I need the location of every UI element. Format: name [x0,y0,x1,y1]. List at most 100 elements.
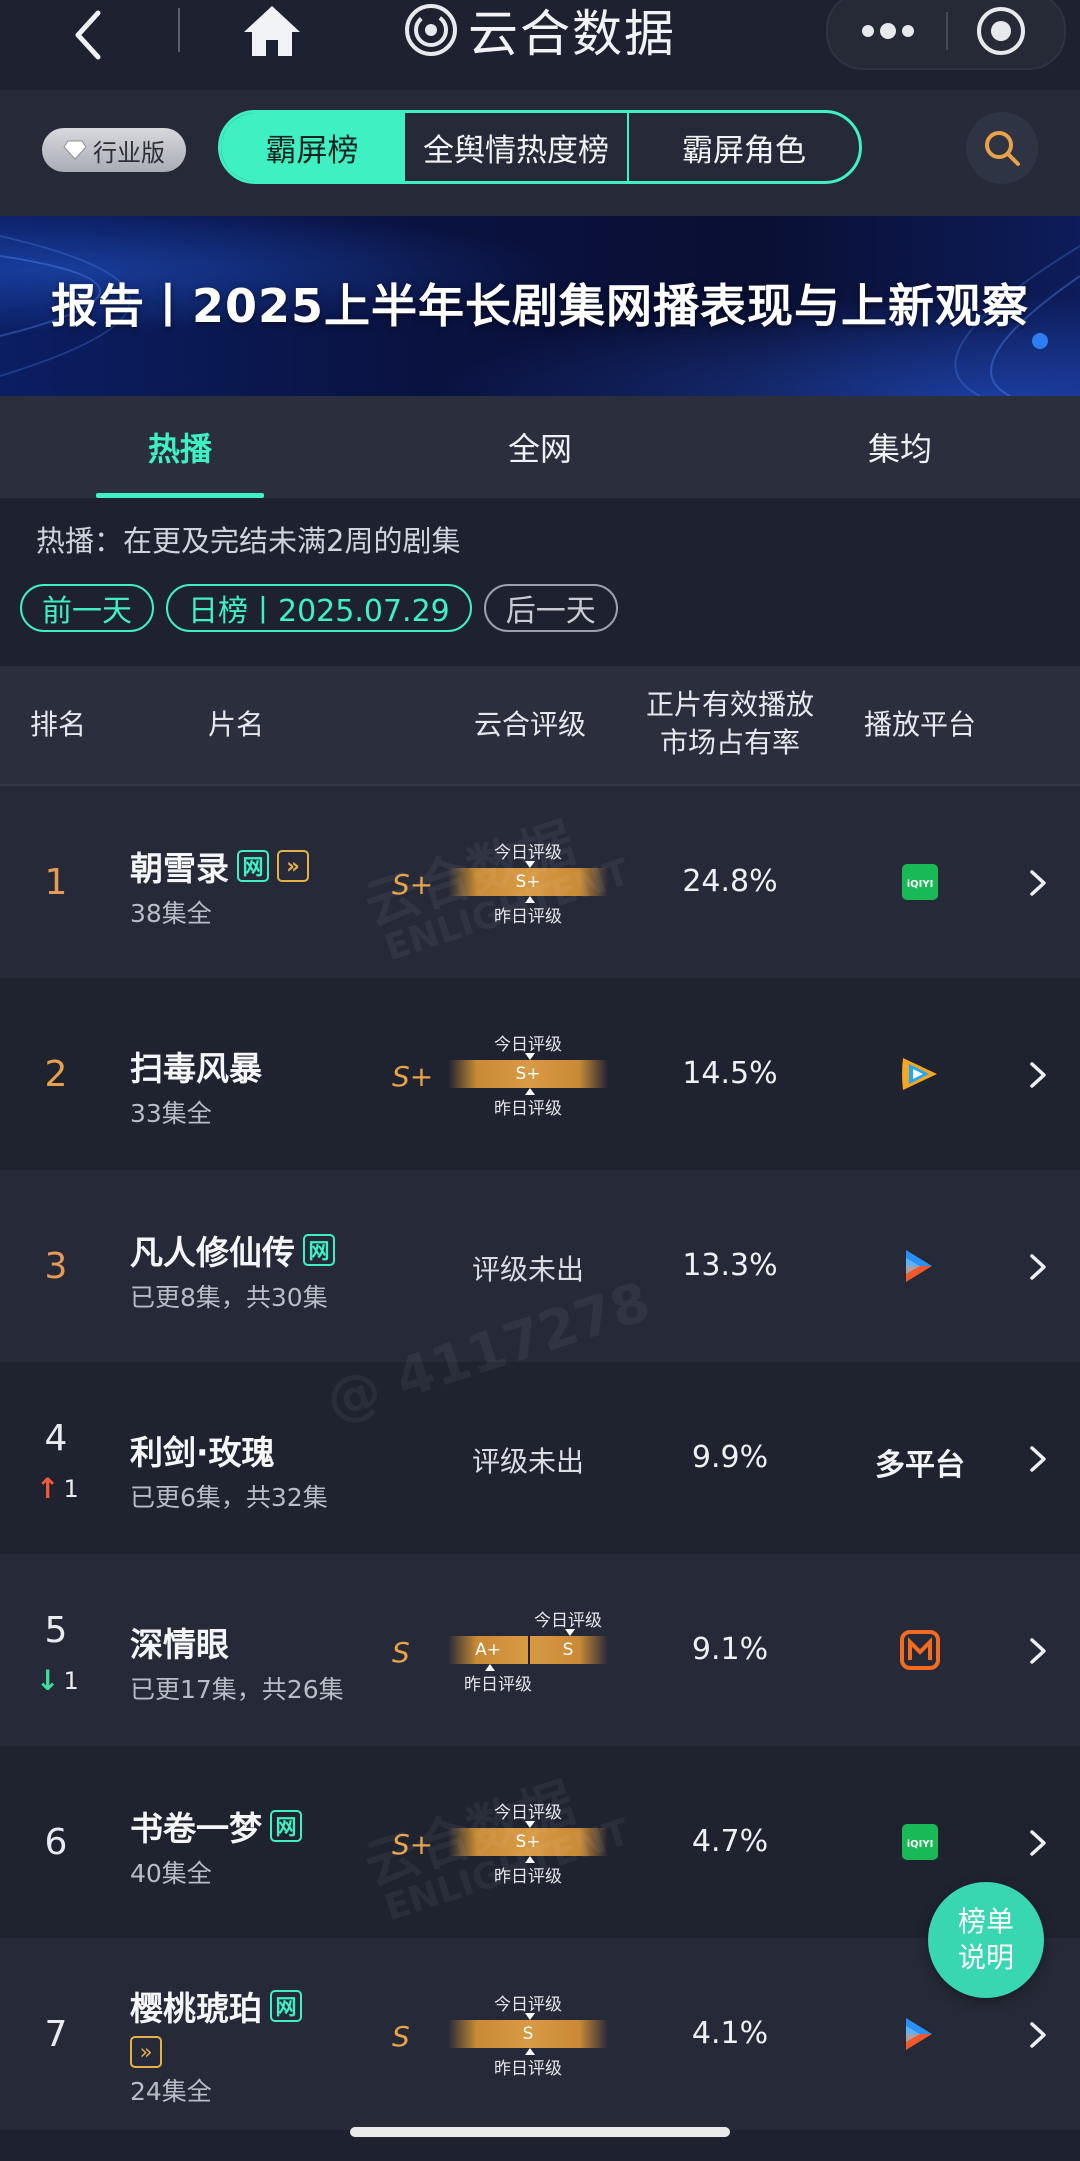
market-share: 13.3% [682,1248,778,1283]
rank-number: 6 [44,1822,68,1863]
chevron-right-icon[interactable] [1028,1444,1048,1474]
episode-count: 已更6集，共32集 [130,1483,328,1512]
yesterday-rating-label: 昨日评级 [494,907,562,927]
episode-count: 33集全 [130,1099,212,1128]
top-nav: 云合数据 [0,0,1080,90]
header-share-line2: 市场占有率 [659,726,800,759]
header-rank: 排名 [29,708,86,741]
show-title: 利剑·玫瑰 [130,1433,275,1472]
industry-edition-button[interactable]: 行业版 [42,128,186,172]
today-rating-value: S+ [515,1832,541,1852]
show-title: 深情眼 [130,1625,229,1664]
rank-change-value: 1 [63,1666,79,1695]
home-icon[interactable] [240,2,304,60]
yesterday-rating-label: 昨日评级 [494,1867,562,1887]
home-indicator[interactable] [350,2127,730,2137]
app-title: 云合数据 [468,5,676,63]
grade-label: S+ [392,1060,434,1093]
segment-ba-ping-jue-se[interactable]: 霸屏角色 [627,113,859,181]
rank-number: 3 [44,1246,68,1287]
svg-text:iQIYI: iQIYI [907,879,934,890]
tab-ji-jun[interactable]: 集均 [720,396,1080,498]
tab-quan-wang[interactable]: 全网 [360,396,720,498]
vip-fastforward-icon: » [277,850,309,882]
rating-bar: 今日评级 S 昨日评级 [448,1995,608,2079]
chevron-right-icon[interactable] [1028,1828,1048,1858]
filter-bar: 行业版 霸屏榜 全舆情热度榜 霸屏角色 [0,90,1080,216]
rating-pending: 评级未出 [471,1445,584,1478]
back-icon[interactable] [60,5,120,65]
float-button-line2: 说明 [957,1941,1014,1974]
chevron-right-icon[interactable] [1028,868,1048,898]
industry-edition-label: 行业版 [93,138,165,167]
youku-icon [880,1246,960,1286]
table-row[interactable]: 4 ↑ 1 利剑·玫瑰 已更6集，共32集 评级未出 9.9% 多平台 [0,1362,1080,1554]
episode-count: 38集全 [130,899,212,928]
rating-pending: 评级未出 [471,1253,584,1286]
table-row[interactable]: 3 凡人修仙传网 已更8集，共30集 评级未出 13.3% [0,1170,1080,1362]
yesterday-rating-label: 昨日评级 [494,1099,562,1119]
diamond-icon [63,140,87,160]
report-banner[interactable]: 报告丨2025上半年长剧集网播表现与上新观察 [0,216,1080,396]
tab-re-bo[interactable]: 热播 [0,396,360,498]
arrow-up-icon: ↑ [36,1472,60,1505]
chevron-right-icon[interactable] [1028,1060,1048,1090]
title-cell: 朝雪录网» 38集全 [130,842,309,930]
today-rating-label: 今日评级 [494,1995,562,2015]
rank-number: 7 [44,2014,68,2055]
next-day-button[interactable]: 后一天 [483,584,618,632]
market-share: 9.1% [691,1632,769,1667]
previous-day-button[interactable]: 前一天 [20,584,154,632]
date-picker[interactable]: 日榜丨2025.07.29 [166,584,472,632]
market-share: 9.9% [691,1440,769,1475]
title-cell: 樱桃琥珀网 » 24集全 [130,1982,302,2108]
rating-bar: 今日评级 S+ 昨日评级 [448,1035,608,1119]
capsule-divider [946,12,948,50]
rank-number: 4 [44,1418,68,1459]
segment-ba-ping-bang[interactable]: 霸屏榜 [221,113,403,181]
market-share: 14.5% [682,1056,778,1091]
rank-change-value: 1 [63,1474,79,1503]
iqiyi-icon: iQIYI [880,1822,960,1862]
chevron-right-icon[interactable] [1028,1252,1048,1282]
segment-quan-yu-qing[interactable]: 全舆情热度榜 [403,113,627,181]
float-button-line1: 榜单 [957,1905,1014,1938]
mini-program-capsule [826,0,1066,70]
header-rating: 云合评级 [473,708,586,741]
episode-count: 已更8集，共30集 [130,1283,328,1312]
rank-number: 1 [44,862,68,903]
table-row[interactable]: 1 朝雪录网» 38集全 S+ 今日评级 S+ 昨日评级 24.8% iQIYI [0,786,1080,978]
youku-icon [880,2014,960,2054]
title-cell: 利剑·玫瑰 已更6集，共32集 [130,1426,328,1514]
chevron-right-icon[interactable] [1028,1636,1048,1666]
search-button[interactable] [966,112,1038,184]
episode-count: 40集全 [130,1859,212,1888]
today-rating-value: S [522,2024,534,2044]
table-row[interactable]: 6 书卷一梦网 40集全 S+ 今日评级 S+ 昨日评级 4.7% iQIYI [0,1746,1080,1938]
brand: 云合数据 [404,0,676,63]
title-cell: 书卷一梦网 40集全 [130,1802,302,1890]
more-icon[interactable] [858,14,918,48]
arrow-down-icon: ↓ [36,1664,60,1697]
iqiyi-icon: iQIYI [880,862,960,902]
show-title: 书卷一梦 [130,1809,262,1848]
market-share: 4.7% [691,1824,769,1859]
ranking-explanation-button[interactable]: 榜单 说明 [928,1882,1044,1998]
close-miniprogram-icon[interactable] [974,4,1028,58]
today-rating-value: S+ [515,1064,541,1084]
market-share: 24.8% [682,864,778,899]
chevron-right-icon[interactable] [1028,2020,1048,2050]
search-icon [985,131,1020,166]
table-header: 排名 片名 云合评级 正片有效播放 市场占有率 播放平台 [0,666,1080,786]
yesterday-rating-label: 昨日评级 [464,1675,532,1695]
episode-count: 已更17集，共26集 [130,1675,344,1704]
today-rating-label: 今日评级 [494,1035,562,1055]
rank-change: ↑ 1 [36,1472,79,1505]
table-row[interactable]: 7 樱桃琥珀网 » 24集全 S 今日评级 S 昨日评级 4.1% [0,1938,1080,2130]
rating-bar: 今日评级 A+ S 昨日评级 [448,1611,608,1695]
table-row[interactable]: 2 扫毒风暴 33集全 S+ 今日评级 S+ 昨日评级 14.5% [0,978,1080,1170]
yunhe-logo-icon [405,4,457,56]
vip-fastforward-icon: » [130,2036,162,2068]
grade-label: S [392,2020,410,2053]
table-row[interactable]: 5 ↓ 1 深情眼 已更17集，共26集 S 今日评级 A+ S 昨日评级 9.1… [0,1554,1080,1746]
